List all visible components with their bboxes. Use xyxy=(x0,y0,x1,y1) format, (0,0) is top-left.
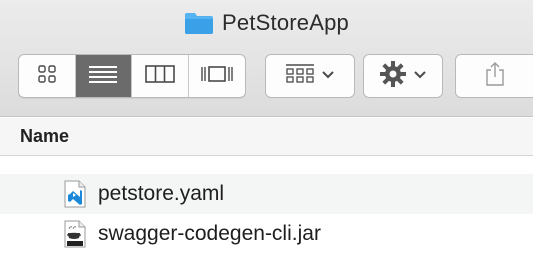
window-title-bar: PetStoreApp xyxy=(0,8,533,38)
file-name: swagger-codegen-cli.jar xyxy=(98,222,321,245)
chevron-down-icon xyxy=(413,67,427,85)
list-view-button[interactable] xyxy=(75,55,132,97)
gear-icon xyxy=(379,60,407,93)
column-view-button[interactable] xyxy=(132,55,189,97)
folder-icon xyxy=(184,11,214,35)
gallery-icon xyxy=(200,64,234,89)
file-list: petstore.yaml swagger-codegen-cli.jar xyxy=(0,157,533,277)
chevron-down-icon xyxy=(321,67,335,85)
list-spacer xyxy=(0,157,533,174)
name-column-header[interactable]: Name xyxy=(0,118,533,156)
action-button[interactable] xyxy=(363,54,443,98)
arrange-button[interactable] xyxy=(265,54,355,98)
jar-file-icon xyxy=(64,220,86,248)
share-icon xyxy=(484,61,506,92)
icon-view-button[interactable] xyxy=(19,55,76,97)
gallery-view-button[interactable] xyxy=(189,55,246,97)
list-icon xyxy=(88,64,118,89)
grid-icon xyxy=(37,64,57,88)
yaml-file-icon xyxy=(64,180,86,208)
arrange-grid-icon xyxy=(285,63,315,90)
finder-toolbar: PetStoreApp xyxy=(0,0,533,117)
view-mode-segmented-control xyxy=(18,54,246,98)
share-button[interactable] xyxy=(455,54,533,98)
file-row-petstore-yaml[interactable]: petstore.yaml xyxy=(0,174,533,214)
name-column-label: Name xyxy=(20,126,70,146)
file-row-swagger-codegen-cli-jar[interactable]: swagger-codegen-cli.jar xyxy=(0,214,533,254)
columns-icon xyxy=(144,64,175,89)
file-name: petstore.yaml xyxy=(98,182,225,205)
window-title: PetStoreApp xyxy=(222,10,349,35)
